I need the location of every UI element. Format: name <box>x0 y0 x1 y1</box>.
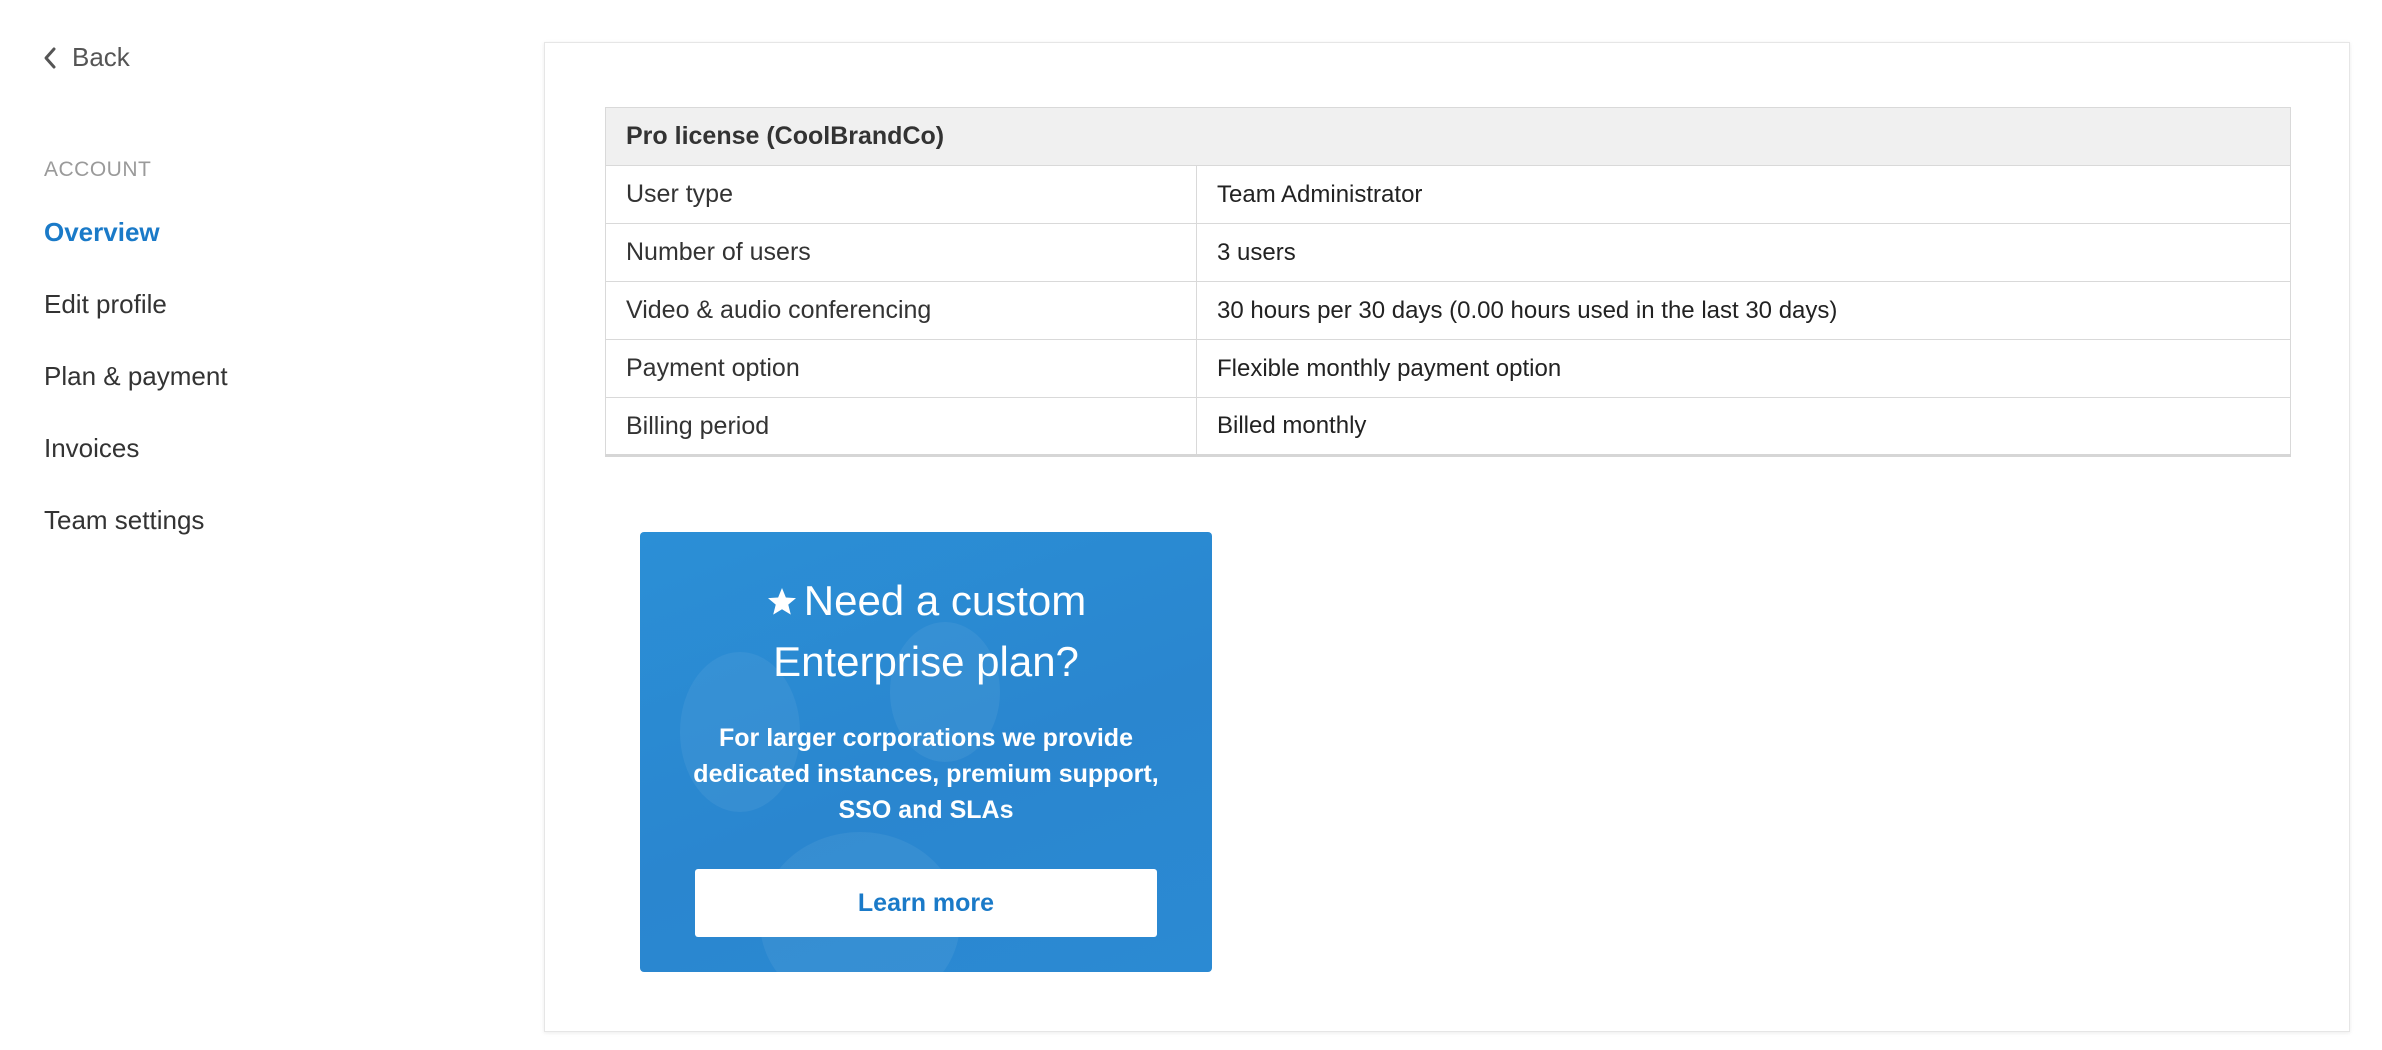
license-title: Pro license (CoolBrandCo) <box>605 107 2291 166</box>
row-value-payment-option: Flexible monthly payment option <box>1196 339 2291 398</box>
table-row: Number of users 3 users <box>605 223 2291 282</box>
learn-more-button[interactable]: Learn more <box>695 869 1157 937</box>
nav-item-plan-payment[interactable]: Plan & payment <box>44 356 228 428</box>
table-row: Video & audio conferencing 30 hours per … <box>605 281 2291 340</box>
back-label: Back <box>72 42 130 72</box>
row-label-conferencing: Video & audio conferencing <box>605 281 1197 340</box>
enterprise-promo-banner: Need a custom Enterprise plan? For large… <box>640 532 1212 972</box>
sidebar: Back ACCOUNT Overview Edit profile Plan … <box>0 0 520 1050</box>
nav-item-edit-profile[interactable]: Edit profile <box>44 284 228 356</box>
promo-title-line2: Enterprise plan? <box>773 638 1079 685</box>
row-label-payment-option: Payment option <box>605 339 1197 398</box>
back-link[interactable]: Back <box>42 42 130 73</box>
row-label-number-of-users: Number of users <box>605 223 1197 282</box>
overview-card: Pro license (CoolBrandCo) User type Team… <box>544 42 2350 1032</box>
promo-description: For larger corporations we provide dedic… <box>693 724 1159 824</box>
nav-item-invoices[interactable]: Invoices <box>44 428 228 500</box>
table-header-row: Pro license (CoolBrandCo) <box>605 107 2291 166</box>
nav-item-overview[interactable]: Overview <box>44 212 228 284</box>
row-value-user-type: Team Administrator <box>1196 165 2291 224</box>
row-label-billing-period: Billing period <box>605 397 1197 456</box>
table-row: Payment option Flexible monthly payment … <box>605 339 2291 398</box>
license-table: Pro license (CoolBrandCo) User type Team… <box>605 107 2291 457</box>
account-nav: Overview Edit profile Plan & payment Inv… <box>44 212 228 572</box>
row-value-billing-period: Billed monthly <box>1196 397 2291 456</box>
row-label-user-type: User type <box>605 165 1197 224</box>
table-row: User type Team Administrator <box>605 165 2291 224</box>
table-row: Billing period Billed monthly <box>605 397 2291 456</box>
chevron-left-icon <box>44 47 56 68</box>
section-label-account: ACCOUNT <box>44 158 152 181</box>
promo-title: Need a custom Enterprise plan? <box>640 570 1212 692</box>
row-value-conferencing: 30 hours per 30 days (0.00 hours used in… <box>1196 281 2291 340</box>
promo-title-line1: Need a custom <box>803 577 1087 624</box>
row-value-number-of-users: 3 users <box>1196 223 2291 282</box>
star-icon <box>767 588 796 615</box>
nav-item-team-settings[interactable]: Team settings <box>44 500 228 572</box>
